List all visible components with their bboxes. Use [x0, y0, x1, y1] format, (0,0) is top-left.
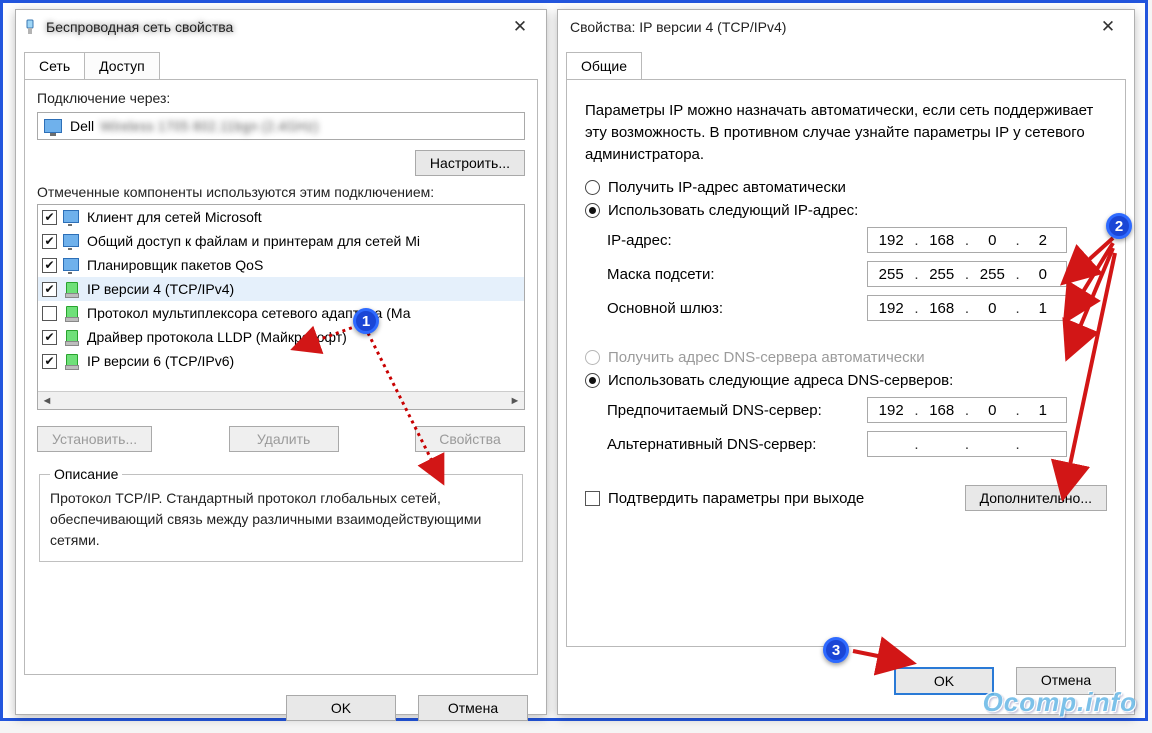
adapter-icon: [22, 19, 38, 35]
help-text: Параметры IP можно назначать автоматичес…: [585, 100, 1107, 165]
dns2-input[interactable]: ...: [867, 431, 1067, 457]
close-button[interactable]: ✕: [500, 13, 540, 41]
tab-access[interactable]: Доступ: [85, 52, 160, 79]
adapter-monitor-icon: [44, 119, 62, 133]
components-label: Отмеченные компоненты используются этим …: [37, 184, 525, 200]
component-label: Драйвер протокола LLDP (Майкрософт): [87, 329, 347, 345]
checkbox-icon[interactable]: ✔: [42, 234, 57, 249]
annotation-1: 1: [353, 308, 379, 334]
description-legend: Описание: [50, 466, 122, 482]
checkbox-icon[interactable]: [42, 306, 57, 321]
radio-icon: [585, 180, 600, 195]
radio-icon: [585, 350, 600, 365]
component-icon: [63, 282, 81, 296]
checkbox-icon[interactable]: ✔: [42, 210, 57, 225]
cancel-button[interactable]: Отмена: [418, 695, 528, 721]
connect-via-label: Подключение через:: [37, 90, 525, 106]
dns1-label: Предпочитаемый DNS-сервер:: [607, 402, 867, 419]
checkbox-icon[interactable]: ✔: [42, 258, 57, 273]
checkbox-icon[interactable]: ✔: [42, 354, 57, 369]
component-item[interactable]: ✔ Планировщик пакетов QoS: [38, 253, 524, 277]
component-label: Клиент для сетей Microsoft: [87, 209, 262, 225]
ip-address-input[interactable]: 192.168.0.2: [867, 227, 1067, 253]
radio-auto-dns: Получить адрес DNS-сервера автоматически: [585, 349, 1107, 366]
description-text: Протокол TCP/IP. Стандартный протокол гл…: [50, 488, 512, 551]
component-icon: [63, 306, 81, 320]
component-item[interactable]: ✔ Общий доступ к файлам и принтерам для с…: [38, 229, 524, 253]
gateway-input[interactable]: 192.168.0.1: [867, 295, 1067, 321]
component-icon: [63, 354, 81, 368]
component-icon: [63, 210, 81, 224]
annotation-3: 3: [823, 637, 849, 663]
ok-button[interactable]: OK: [286, 695, 396, 721]
connection-properties-dialog: Беспроводная сеть свойства ✕ Сеть Доступ…: [15, 9, 547, 715]
ok-button[interactable]: OK: [894, 667, 994, 695]
subnet-mask-input[interactable]: 255.255.255.0: [867, 261, 1067, 287]
advanced-button[interactable]: Дополнительно...: [965, 485, 1107, 511]
component-label: Общий доступ к файлам и принтерам для се…: [87, 233, 420, 249]
component-item[interactable]: ✔ Драйвер протокола LLDP (Майкрософт): [38, 325, 524, 349]
dns1-input[interactable]: 192.168.0.1: [867, 397, 1067, 423]
radio-manual-dns[interactable]: Использовать следующие адреса DNS-сервер…: [585, 372, 1107, 389]
radio-manual-ip[interactable]: Использовать следующий IP-адрес:: [585, 202, 1107, 219]
component-label: Планировщик пакетов QoS: [87, 257, 263, 273]
components-list[interactable]: ✔ Клиент для сетей Microsoft ✔ Общий доступ…: [37, 204, 525, 410]
window-title: Беспроводная сеть свойства: [46, 19, 500, 35]
annotation-2: 2: [1106, 213, 1132, 239]
component-item[interactable]: ✔ IP версии 4 (TCP/IPv4): [38, 277, 524, 301]
configure-button[interactable]: Настроить...: [415, 150, 525, 176]
horizontal-scrollbar[interactable]: ◄ ►: [38, 391, 524, 409]
dns2-label: Альтернативный DNS-сервер:: [607, 436, 867, 453]
scroll-left-icon[interactable]: ◄: [38, 395, 56, 407]
close-button[interactable]: ✕: [1088, 13, 1128, 41]
checkbox-icon[interactable]: ✔: [42, 330, 57, 345]
checkbox-icon[interactable]: ✔: [42, 282, 57, 297]
component-icon: [63, 330, 81, 344]
adapter-box[interactable]: Dell Wireless 1705 802.11bgn (2.4GHz): [37, 112, 525, 140]
adapter-name: Dell: [70, 118, 94, 134]
mask-label: Маска подсети:: [607, 266, 867, 283]
ip-label: IP-адрес:: [607, 232, 867, 249]
tab-general[interactable]: Общие: [566, 52, 642, 79]
checkbox-icon: [585, 491, 600, 506]
component-label: IP версии 6 (TCP/IPv6): [87, 353, 234, 369]
radio-auto-ip[interactable]: Получить IP-адрес автоматически: [585, 179, 1107, 196]
radio-icon: [585, 373, 600, 388]
confirm-exit-checkbox[interactable]: Подтвердить параметры при выходе: [585, 490, 864, 507]
ipv4-properties-dialog: Свойства: IP версии 4 (TCP/IPv4) ✕ Общие…: [557, 9, 1135, 715]
gateway-label: Основной шлюз:: [607, 300, 867, 317]
ipv4-window-title: Свойства: IP версии 4 (TCP/IPv4): [564, 19, 1088, 35]
description-group: Описание Протокол TCP/IP. Стандартный пр…: [39, 466, 523, 562]
component-icon: [63, 234, 81, 248]
properties-button[interactable]: Свойства: [415, 426, 525, 452]
radio-icon: [585, 203, 600, 218]
scroll-right-icon[interactable]: ►: [506, 395, 524, 407]
component-label: IP версии 4 (TCP/IPv4): [87, 281, 234, 297]
tab-network[interactable]: Сеть: [24, 52, 85, 79]
component-item[interactable]: Протокол мультиплексора сетевого адаптер…: [38, 301, 524, 325]
component-item[interactable]: ✔ Клиент для сетей Microsoft: [38, 205, 524, 229]
component-item[interactable]: ✔ IP версии 6 (TCP/IPv6): [38, 349, 524, 373]
component-icon: [63, 258, 81, 272]
install-button[interactable]: Установить...: [37, 426, 152, 452]
watermark: Ocomp.info: [983, 687, 1137, 718]
remove-button[interactable]: Удалить: [229, 426, 339, 452]
